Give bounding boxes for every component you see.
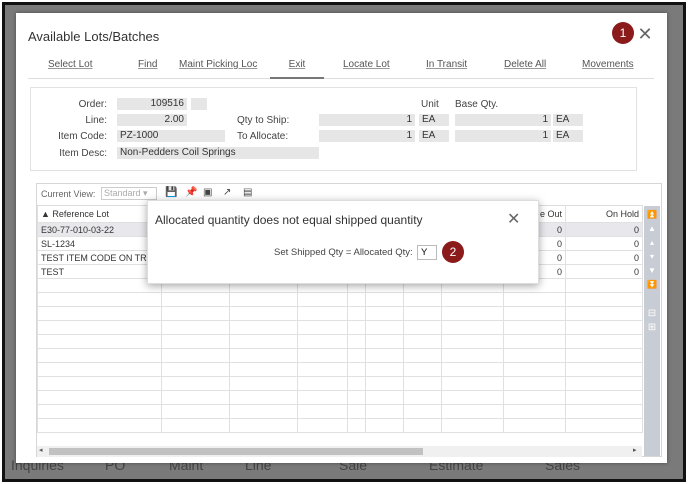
to-allocate-unit: EA [419, 130, 449, 142]
on-hold-cell: 0 [565, 236, 643, 251]
tab-find[interactable]: Find [138, 59, 157, 70]
line-label: Line: [85, 115, 107, 126]
empty-row [37, 362, 643, 377]
save-icon[interactable]: 💾 [165, 187, 177, 198]
modal-title: Allocated quantity does not equal shippe… [155, 213, 423, 227]
tab-in-transit[interactable]: In Transit [426, 59, 467, 70]
item-desc-value: Non-Pedders Coil Springs [117, 147, 319, 159]
to-allocate-label: To Allocate: [237, 131, 289, 142]
item-desc-label: Item Desc: [59, 148, 107, 159]
action-tabs: Select Lot Find Maint Picking Loc Exit L… [28, 55, 654, 79]
order-value: 109516 [117, 98, 187, 110]
qty-to-ship-unit: EA [419, 114, 449, 126]
reference-lot-cell: TEST ITEM CODE ON TR [37, 250, 162, 265]
on-hold-cell: 0 [565, 222, 643, 237]
pin-icon[interactable]: 📌 [185, 187, 197, 198]
current-view-value: Standard [104, 188, 141, 198]
tab-delete-all[interactable]: Delete All [504, 59, 546, 70]
current-view-label: Current View: [41, 189, 96, 199]
screenshot-frame: Inquiries PO Maint Line Sale Estimate Sa… [2, 2, 686, 482]
first-record-icon[interactable]: ⏫ [644, 210, 660, 219]
reference-lot-cell: SL-1234 [37, 236, 162, 251]
qty-to-ship-value: 1 [319, 114, 415, 126]
qty-to-ship-label: Qty to Ship: [237, 115, 290, 126]
set-shipped-qty-label: Set Shipped Qty = Allocated Qty: [274, 247, 413, 258]
set-shipped-qty-input[interactable] [417, 245, 437, 260]
layout-icon[interactable]: ▣ [203, 187, 212, 198]
unit-header: Unit [421, 99, 439, 110]
to-allocate-value: 1 [319, 130, 415, 142]
page-up-icon[interactable]: ▲ [644, 224, 660, 233]
allocation-mismatch-modal: Allocated quantity does not equal shippe… [147, 200, 539, 284]
tab-locate-lot[interactable]: Locate Lot [343, 59, 390, 70]
tab-movements[interactable]: Movements [582, 59, 634, 70]
tab-select-lot[interactable]: Select Lot [48, 59, 92, 70]
on-hold-cell: 0 [565, 250, 643, 265]
empty-row [37, 320, 643, 335]
base-qty-alloc-value: 1 [455, 130, 551, 142]
item-code-label: Item Code: [58, 131, 107, 142]
horizontal-scrollbar[interactable]: ◂ ▸ [37, 446, 642, 457]
expand-icon[interactable]: ⊞ [644, 322, 660, 333]
base-qty-ship-value: 1 [455, 114, 551, 126]
order-label: Order: [78, 99, 107, 110]
grid-side-toolbar: ⏫ ▲ ▴ ▾ ▼ ⏬ ⊟ ⊞ [644, 206, 660, 456]
on-hold-cell: 0 [565, 264, 643, 279]
empty-row [37, 334, 643, 349]
move-up-icon[interactable]: ▴ [644, 238, 660, 247]
empty-row [37, 348, 643, 363]
close-icon[interactable]: ✕ [637, 25, 653, 43]
base-qty-alloc-unit: EA [553, 130, 583, 142]
base-qty-ship-unit: EA [553, 114, 583, 126]
scroll-thumb[interactable] [49, 448, 423, 455]
step-badge-1: 1 [612, 22, 634, 44]
reference-lot-cell: E30-77-010-03-22 [37, 222, 162, 237]
document-icon[interactable]: ▤ [243, 187, 252, 198]
modal-close-icon[interactable]: ✕ [507, 209, 520, 229]
column-header-on-hold[interactable]: On Hold [565, 205, 643, 223]
export-icon[interactable]: ↗ [223, 187, 231, 198]
step-badge-2: 2 [442, 241, 464, 263]
empty-row [37, 390, 643, 405]
empty-row [37, 306, 643, 321]
empty-row [37, 376, 643, 391]
line-value: 2.00 [117, 114, 187, 126]
base-qty-header: Base Qty. [455, 99, 499, 110]
tab-exit[interactable]: Exit [270, 55, 324, 79]
column-header-reference-lot[interactable]: ▲ Reference Lot [37, 205, 162, 223]
page-down-icon[interactable]: ▼ [644, 266, 660, 275]
collapse-icon[interactable]: ⊟ [644, 308, 660, 319]
order-info-panel: Order: 109516 Line: 2.00 Item Code: PZ-1… [30, 87, 637, 171]
order-extra-field [191, 98, 207, 110]
scroll-right-icon[interactable]: ▸ [633, 446, 637, 454]
last-record-icon[interactable]: ⏬ [644, 280, 660, 289]
empty-row [37, 404, 643, 419]
current-view-select[interactable]: Standard ▾ [101, 187, 157, 200]
reference-lot-cell: TEST [37, 264, 162, 279]
dialog-title: Available Lots/Batches [28, 29, 160, 44]
scroll-left-icon[interactable]: ◂ [39, 446, 43, 454]
item-code-value: PZ-1000 [117, 130, 225, 142]
empty-row [37, 418, 643, 433]
empty-row [37, 292, 643, 307]
tab-maint-picking-loc[interactable]: Maint Picking Loc [179, 59, 257, 70]
move-down-icon[interactable]: ▾ [644, 252, 660, 261]
